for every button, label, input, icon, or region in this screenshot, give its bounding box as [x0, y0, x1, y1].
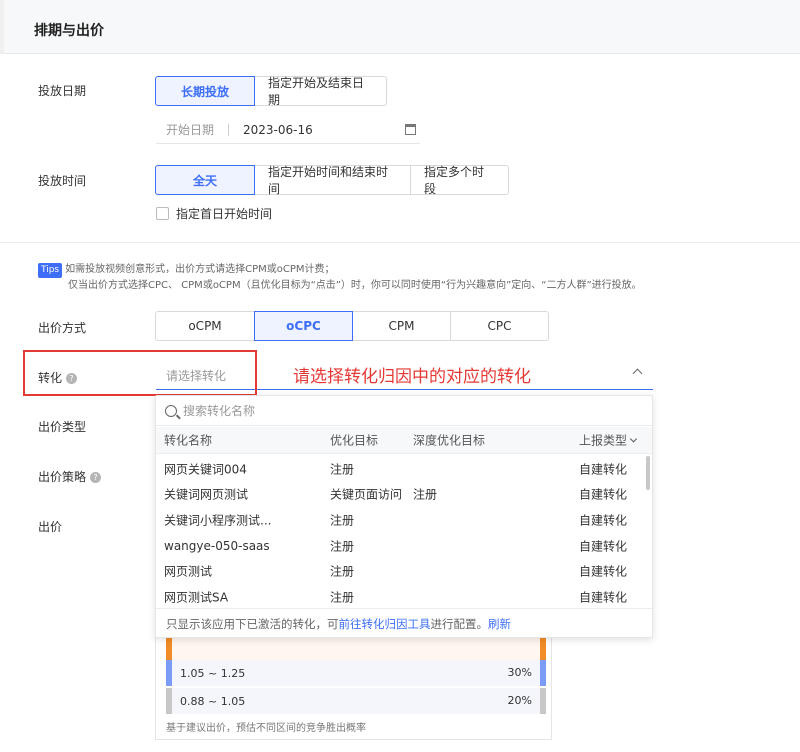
row-name: 网页测试: [164, 564, 213, 579]
table-row[interactable]: 关键词网页测试 关键页面访问 注册 自建转化: [156, 482, 644, 508]
start-date-picker[interactable]: 开始日期 2023-06-16: [156, 116, 420, 144]
dropdown-footer: 只显示该应用下已激活的转化，可 前往转化归因工具 进行配置。 刷新: [156, 608, 652, 638]
refresh-link[interactable]: 刷新: [488, 616, 511, 632]
row-goal: 注册: [330, 539, 355, 554]
bid-strategy-label-wrap: 出价策略?: [38, 468, 102, 485]
option-ocpm[interactable]: oCPM: [155, 311, 255, 341]
bid-range-text: 0.88 ~ 1.05: [180, 695, 246, 708]
tips-badge: Tips: [38, 263, 63, 278]
bid-label: 出价: [38, 520, 63, 534]
schedule-time-label: 投放时间: [38, 174, 87, 188]
section-header: 排期与出价: [0, 0, 800, 54]
row-type: 自建转化: [579, 564, 628, 579]
bid-range-pct: 20%: [507, 694, 532, 707]
bid-range-row: 1.05 ~ 1.25 30%: [166, 660, 546, 686]
conversion-dropdown: 搜索转化名称 转化名称 优化目标 深度优化目标 上报类型 网页关键词004 注册…: [155, 395, 653, 638]
table-row[interactable]: 网页测试SA 注册 自建转化: [156, 584, 644, 610]
range-marker-right: [540, 638, 546, 660]
schedule-date-label: 投放日期: [38, 84, 87, 98]
start-date-label: 开始日期: [166, 123, 215, 137]
bid-estimate-note: 基于建议出价，预估不同区间的竞争胜出概率: [166, 723, 366, 734]
dropdown-table-header: 转化名称 优化目标 深度优化目标 上报类型: [156, 427, 652, 454]
row-name: wangye-050-saas: [164, 538, 270, 553]
option-all-day[interactable]: 全天: [155, 165, 255, 195]
date-separator: [228, 123, 230, 136]
row-type: 自建转化: [579, 513, 628, 528]
option-multi-period[interactable]: 指定多个时段: [410, 165, 509, 196]
search-icon: [165, 404, 177, 417]
row-name: 网页测试SA: [164, 590, 229, 605]
tips-line-2: 仅当出价方式选择CPC、 CPM或oCPM（且优化目标为“点击”）时，你可以同时…: [68, 280, 642, 291]
option-cpc[interactable]: CPC: [450, 311, 549, 341]
schedule-date-options: 长期投放 指定开始及结束日期: [155, 76, 387, 107]
section-title: 排期与出价: [34, 23, 104, 39]
row-goal: 关键页面访问: [330, 487, 403, 502]
row-deep-goal: 注册: [413, 487, 438, 502]
row-goal: 注册: [330, 462, 355, 477]
range-marker-left: [166, 660, 172, 686]
first-day-checkbox-label: 指定首日开始时间: [176, 207, 273, 221]
bid-range-text: 1.05 ~ 1.25: [180, 667, 246, 680]
range-marker-right: [540, 688, 546, 714]
row-name: 关键词网页测试: [164, 487, 249, 502]
bid-type-label: 出价类型: [38, 420, 87, 434]
row-goal: 注册: [330, 513, 355, 528]
option-date-range[interactable]: 指定开始及结束日期: [254, 76, 387, 107]
bid-range-row: 0.88 ~ 1.05 20%: [166, 688, 546, 714]
bid-method-options: oCPM oCPC CPM CPC: [155, 311, 549, 341]
row-goal: 注册: [330, 564, 355, 579]
row-goal: 注册: [330, 590, 355, 605]
footer-mid: 进行配置。: [430, 616, 489, 631]
bid-strategy-label: 出价策略: [38, 470, 87, 484]
conversion-tool-link[interactable]: 前往转化归因工具: [339, 616, 431, 632]
chevron-down-icon: [629, 435, 638, 443]
column-header-deep-goal: 深度优化目标: [413, 433, 486, 448]
tips-line-1: 如需投放视频创意形式，出价方式请选择CPM或oCPM计费；: [65, 264, 335, 275]
row-type: 自建转化: [579, 462, 628, 477]
annotation-highlight-box: [23, 350, 257, 396]
first-day-start-checkbox-row[interactable]: 指定首日开始时间: [156, 205, 272, 222]
range-marker-left: [166, 638, 172, 660]
row-type: 自建转化: [579, 487, 628, 502]
table-row[interactable]: wangye-050-saas 注册 自建转化: [156, 533, 644, 559]
bid-range-bar-high: [166, 638, 546, 660]
row-name: 网页关键词004: [164, 462, 247, 477]
section-divider: [0, 242, 800, 243]
column-header-report-type-label: 上报类型: [579, 433, 628, 448]
dropdown-scrollbar[interactable]: [646, 456, 650, 490]
table-row[interactable]: 网页测试 注册 自建转化: [156, 558, 644, 584]
row-type: 自建转化: [579, 539, 628, 554]
conversion-search[interactable]: 搜索转化名称: [156, 396, 652, 426]
conversion-search-placeholder: 搜索转化名称: [183, 404, 256, 418]
start-date-value: 2023-06-16: [243, 122, 313, 137]
annotation-text: 请选择转化归因中的对应的转化: [293, 367, 531, 387]
bid-method-label: 出价方式: [38, 321, 87, 335]
column-header-name: 转化名称: [164, 433, 213, 448]
chevron-up-icon: [632, 368, 643, 379]
table-row[interactable]: 关键词小程序测试... 注册 自建转化: [156, 507, 644, 533]
option-ocpc[interactable]: oCPC: [254, 311, 353, 341]
column-header-goal: 优化目标: [330, 433, 379, 448]
schedule-time-options: 全天 指定开始时间和结束时间 指定多个时段: [155, 165, 509, 196]
tips: Tips 如需投放视频创意形式，出价方式请选择CPM或oCPM计费； 仅当出价方式…: [38, 262, 642, 293]
option-long-term[interactable]: 长期投放: [155, 76, 255, 106]
option-time-range[interactable]: 指定开始时间和结束时间: [254, 165, 411, 196]
option-cpm[interactable]: CPM: [352, 311, 451, 341]
help-icon[interactable]: ?: [90, 472, 102, 483]
range-marker-right: [540, 660, 546, 686]
bid-range-pct: 30%: [507, 666, 532, 679]
footer-prefix: 只显示该应用下已激活的转化，可: [166, 616, 339, 631]
row-name: 关键词小程序测试...: [164, 513, 272, 528]
calendar-icon[interactable]: [405, 124, 416, 135]
row-type: 自建转化: [579, 590, 628, 605]
column-header-report-type[interactable]: 上报类型: [579, 432, 638, 449]
first-day-checkbox[interactable]: [156, 207, 169, 220]
table-row[interactable]: 网页关键词004 注册 自建转化: [156, 456, 644, 482]
range-marker-left: [166, 688, 172, 714]
